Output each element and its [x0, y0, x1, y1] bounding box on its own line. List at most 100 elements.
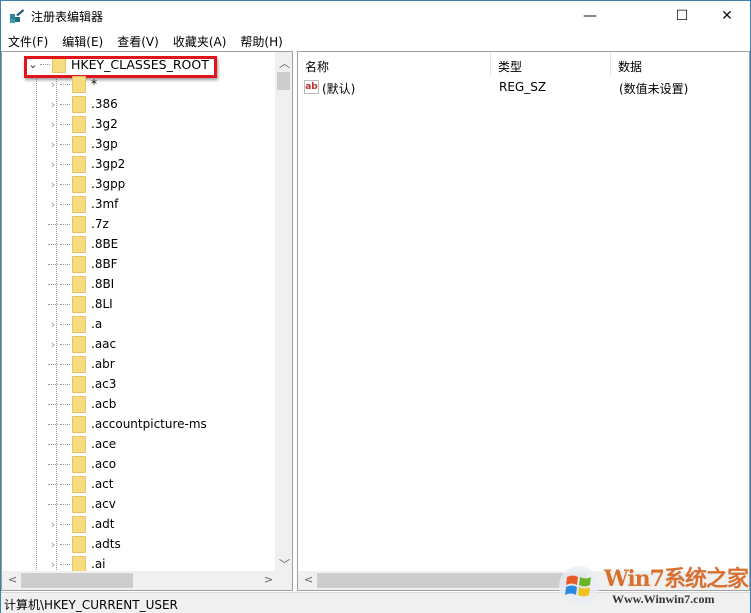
tree-item[interactable]: .ace: [48, 434, 116, 454]
column-type[interactable]: 类型: [491, 52, 611, 76]
tree-vertical-scrollbar[interactable]: ︿ ﹀: [275, 52, 292, 572]
scroll-thumb[interactable]: [21, 573, 133, 588]
tree-item-label: .3gp2: [91, 157, 126, 171]
scroll-left-icon[interactable]: <: [304, 573, 313, 586]
tree-connector: [60, 103, 70, 105]
tree-item-label: .aac: [91, 337, 117, 351]
menu-view[interactable]: 查看(V): [110, 31, 166, 51]
tree-item[interactable]: .8BF: [48, 254, 118, 274]
chevron-right-icon[interactable]: ›: [48, 118, 58, 131]
tree-item[interactable]: .7z: [48, 214, 109, 234]
folder-icon: [72, 335, 86, 353]
tree-item[interactable]: › .3mf: [48, 194, 118, 214]
tree-item[interactable]: .accountpicture-ms: [48, 414, 207, 434]
tree-connector: [60, 403, 70, 405]
tree-item[interactable]: › .adts: [48, 534, 121, 554]
tree-item[interactable]: › *: [48, 74, 97, 94]
tree-horizontal-scrollbar[interactable]: < >: [2, 571, 292, 590]
close-button[interactable]: ✕: [704, 1, 750, 31]
folder-icon: [72, 295, 86, 313]
column-name[interactable]: 名称: [298, 52, 491, 76]
tree-connector: [48, 363, 58, 365]
tree-item[interactable]: › .a: [48, 314, 102, 334]
tree-item[interactable]: .aco: [48, 454, 116, 474]
chevron-right-icon[interactable]: ›: [48, 538, 58, 551]
chevron-right-icon[interactable]: ›: [48, 158, 58, 171]
column-data[interactable]: 数据: [611, 52, 749, 76]
tree-item-label: .ai: [91, 557, 106, 571]
value-name: (默认): [322, 82, 356, 96]
chevron-right-icon[interactable]: ›: [48, 138, 58, 151]
menu-file[interactable]: 文件(F): [1, 31, 55, 51]
folder-icon: [72, 175, 86, 193]
scroll-thumb[interactable]: [277, 72, 290, 90]
tree-connector: [48, 243, 58, 245]
folder-icon: [72, 235, 86, 253]
tree-connector: [48, 503, 58, 505]
tree-connector: [60, 503, 70, 505]
scroll-left-icon[interactable]: <: [8, 573, 17, 586]
status-path: 计算机\HKEY_CURRENT_USER: [4, 598, 178, 612]
tree-item[interactable]: .act: [48, 474, 113, 494]
tree-item[interactable]: › .3gpp: [48, 174, 125, 194]
scroll-thumb[interactable]: [317, 573, 587, 588]
chevron-right-icon[interactable]: ›: [48, 178, 58, 191]
menu-help[interactable]: 帮助(H): [233, 31, 289, 51]
chevron-right-icon[interactable]: ›: [48, 98, 58, 111]
tree-item[interactable]: .ac3: [48, 374, 116, 394]
scroll-right-icon[interactable]: >: [264, 573, 273, 586]
tree-connector: [48, 483, 58, 485]
tree-item-label: .accountpicture-ms: [91, 417, 207, 431]
tree-connector: [48, 423, 58, 425]
tree-item-label: .acb: [91, 397, 117, 411]
folder-icon: [72, 495, 86, 513]
tree-item-label: .acv: [91, 497, 116, 511]
title-bar: 注册表编辑器 — ☐ ✕: [1, 1, 750, 31]
tree-item[interactable]: .acv: [48, 494, 116, 514]
tree-item-label: .3mf: [91, 197, 119, 211]
maximize-button[interactable]: ☐: [659, 1, 705, 31]
tree-item[interactable]: › .aac: [48, 334, 116, 354]
tree-item[interactable]: › .386: [48, 94, 118, 114]
scroll-up-icon[interactable]: ︿: [279, 55, 290, 71]
tree-item[interactable]: .abr: [48, 354, 115, 374]
chevron-right-icon[interactable]: ›: [48, 558, 58, 571]
tree-connector: [60, 123, 70, 125]
tree-connector: [48, 223, 58, 225]
tree-item-label: .a: [91, 317, 103, 331]
folder-icon: [72, 535, 86, 553]
tree-item[interactable]: › .3gp: [48, 134, 118, 154]
tree-connector: [60, 363, 70, 365]
chevron-right-icon[interactable]: ›: [48, 198, 58, 211]
windows-logo-icon: [559, 566, 599, 606]
tree-item[interactable]: › .adt: [48, 514, 115, 534]
folder-icon: [72, 135, 86, 153]
tree-connector: [48, 463, 58, 465]
tree-item-label: .8BE: [91, 237, 119, 251]
tree-pane: ⌄ HKEY_CLASSES_ROOT › * › .386 › .3g2 › .3gp › .3…: [1, 51, 293, 591]
chevron-right-icon[interactable]: ›: [48, 78, 58, 91]
folder-icon: [72, 75, 86, 93]
scroll-down-icon[interactable]: ﹀: [279, 556, 290, 572]
tree-item[interactable]: .8LI: [48, 294, 113, 314]
tree-guide-line: [36, 76, 37, 590]
window-title: 注册表编辑器: [31, 10, 104, 24]
tree-item-label: .3g2: [91, 117, 118, 131]
chevron-right-icon[interactable]: ›: [48, 338, 58, 351]
menu-favorites[interactable]: 收藏夹(A): [166, 31, 234, 51]
tree-item[interactable]: › .3gp2: [48, 154, 125, 174]
minimize-button[interactable]: —: [567, 1, 613, 31]
tree-item[interactable]: .acb: [48, 394, 116, 414]
tree-item[interactable]: .8BI: [48, 274, 114, 294]
tree-item-label: .adts: [91, 537, 121, 551]
watermark-url: Www.Winwin7.com: [612, 592, 715, 606]
tree-item[interactable]: .8BE: [48, 234, 118, 254]
tree-item[interactable]: › .3g2: [48, 114, 118, 134]
chevron-right-icon[interactable]: ›: [48, 318, 58, 331]
watermark-logo: Win7系统之家 Www.Winwin7.com: [556, 559, 749, 611]
menu-edit[interactable]: 编辑(E): [55, 31, 110, 51]
values-pane: 名称 类型 数据 ab (默认) REG_SZ (数值未设置) <: [297, 51, 750, 591]
tree-item-label: .386: [91, 97, 118, 111]
tree-item-label: .aco: [91, 457, 117, 471]
chevron-right-icon[interactable]: ›: [48, 518, 58, 531]
